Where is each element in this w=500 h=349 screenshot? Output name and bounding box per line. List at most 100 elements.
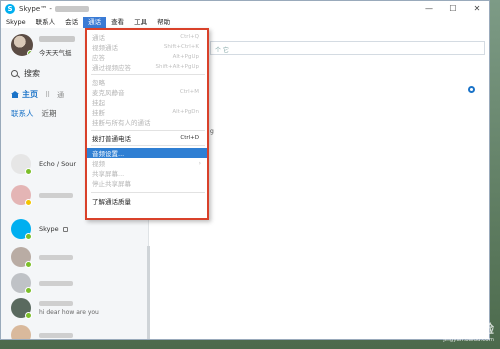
contact-name-redacted [39, 332, 73, 338]
online-status-icon [25, 233, 32, 240]
search-icon [11, 70, 18, 77]
watermark: Bai 经验 jingyan.baidu.com [443, 320, 494, 343]
title-bar: S Skype™ - — ☐ ✕ [1, 1, 489, 17]
maximize-icon[interactable]: ☐ [441, 1, 465, 15]
menu-separator [91, 145, 205, 146]
menu-help[interactable]: 帮助 [152, 17, 175, 28]
menu-item-call-quality[interactable]: 了解通话质量 [87, 196, 207, 206]
menu-item-label: 麦克风静音 [92, 89, 125, 97]
list-item[interactable]: Echo / Sour [11, 154, 76, 175]
contact-name-redacted [39, 300, 73, 306]
menu-item-label: 音频设置... [92, 150, 125, 158]
menu-item-label: 挂起 [92, 99, 105, 107]
tab-recent[interactable]: 近期 [42, 108, 57, 119]
avatar[interactable] [11, 34, 33, 56]
menu-item-label: 停止共享屏幕 [92, 180, 131, 188]
contact-name-redacted [39, 254, 73, 260]
menu-item-mute-mic[interactable]: 麦克风静音 Ctrl+M [87, 87, 207, 97]
close-icon[interactable]: ✕ [465, 1, 489, 15]
menu-item-audio-settings[interactable]: 音频设置... [87, 148, 207, 158]
window-title: Skype™ - [19, 5, 52, 13]
menu-item-shortcut: Alt+PgDn [172, 109, 199, 115]
contact-name: Skype [39, 225, 59, 233]
list-item[interactable] [11, 273, 73, 294]
menu-item-hang-up-all[interactable]: 挂断与所有人的通话 [87, 117, 207, 127]
online-status-icon [25, 261, 32, 268]
menu-call[interactable]: 通话 [83, 17, 107, 28]
list-item[interactable] [11, 185, 73, 206]
online-status-icon [25, 312, 32, 319]
away-status-icon [25, 199, 32, 206]
profile-name-redacted [39, 36, 75, 42]
contact-mood: hi dear how are you [39, 308, 99, 316]
watermark-url: jingyan.baidu.com [443, 337, 494, 343]
list-item[interactable]: Skype [11, 219, 68, 240]
avatar [11, 247, 32, 268]
menu-item-answer[interactable]: 应答 Alt+PgUp [87, 52, 207, 62]
username-redacted [54, 6, 89, 12]
list-item[interactable]: hi dear how are you [11, 298, 99, 319]
menu-contacts[interactable]: 联系人 [31, 17, 61, 28]
avatar [11, 325, 32, 340]
nav-dialpad-icon[interactable]: ⠿ [45, 91, 50, 99]
avatar [11, 219, 32, 240]
menu-item-shortcut: Shift+Ctrl+K [163, 44, 199, 50]
menu-item-ignore[interactable]: 忽略 [87, 77, 207, 87]
tab-contacts[interactable]: 联系人 [11, 108, 34, 119]
menu-item-label: 挂断 [92, 109, 105, 117]
watermark-logo: Bai 经验 [443, 322, 494, 336]
menu-conversation[interactable]: 会话 [60, 17, 83, 28]
avatar [11, 154, 32, 175]
menu-tools[interactable]: 工具 [129, 17, 152, 28]
skype-badge-icon [62, 226, 68, 232]
profile-mood[interactable]: 今天天气挺 [39, 47, 75, 57]
menu-item-label: 了解通话质量 [92, 198, 131, 206]
menu-skype[interactable]: Skype [1, 17, 31, 28]
menu-item-video[interactable]: 视频 › [87, 158, 207, 169]
menu-view[interactable]: 查看 [106, 17, 129, 28]
avatar [11, 298, 32, 319]
menu-item-label: 视频 [92, 160, 105, 168]
list-item[interactable] [11, 325, 73, 340]
online-status-icon [25, 287, 32, 294]
avatar [11, 273, 32, 294]
menu-item-shortcut: Ctrl+M [179, 89, 199, 95]
input-placeholder: 个 它 [215, 47, 229, 54]
menu-bar: Skype 联系人 会话 通话 查看 工具 帮助 [1, 17, 489, 28]
home-icon [11, 91, 19, 98]
online-status-icon [25, 339, 32, 340]
chevron-right-icon: › [198, 159, 201, 167]
menu-item-hang-up[interactable]: 挂断 Alt+PgDn [87, 107, 207, 117]
online-status-icon [27, 50, 33, 56]
online-status-icon [25, 168, 32, 175]
menu-item-hold[interactable]: 挂起 [87, 97, 207, 107]
avatar [11, 185, 32, 206]
menu-item-label: 通话 [92, 34, 105, 42]
menu-item-video-call[interactable]: 视频通话 Shift+Ctrl+K [87, 42, 207, 52]
menu-item-label: 共享屏幕... [92, 170, 125, 178]
gear-icon[interactable] [468, 86, 475, 93]
nav-home[interactable]: 主页 [22, 89, 38, 100]
menu-item-call-phone[interactable]: 拨打普通电话 Ctrl+D [87, 133, 207, 143]
search-bar[interactable]: 搜索 [11, 68, 40, 79]
menu-item-label: 挂断与所有人的通话 [92, 119, 151, 127]
menu-item-label: 通过视频应答 [92, 64, 131, 72]
profile[interactable]: 今天天气挺 [11, 34, 75, 57]
menu-item-shortcut: Ctrl+D [180, 135, 199, 141]
skype-logo-icon: S [5, 4, 15, 14]
menu-item-stop-share[interactable]: 停止共享屏幕 [87, 178, 207, 188]
list-item[interactable] [11, 247, 73, 268]
menu-item-label: 忽略 [92, 79, 105, 87]
menu-item-call[interactable]: 通话 Ctrl+Q [87, 32, 207, 42]
search-label: 搜索 [24, 69, 40, 78]
nav-call[interactable]: 通 [57, 90, 64, 100]
skype-window: S Skype™ - — ☐ ✕ Skype 联系人 会话 通话 查看 工具 帮… [0, 0, 490, 340]
conversation-input[interactable]: 个 它 [210, 41, 485, 55]
call-menu-dropdown: 通话 Ctrl+Q 视频通话 Shift+Ctrl+K 应答 Alt+PgUp … [85, 28, 209, 220]
nav-row: 主页 ⠿ 通 [11, 89, 64, 100]
menu-separator [91, 130, 205, 131]
menu-item-share-screen[interactable]: 共享屏幕... [87, 168, 207, 178]
menu-separator [91, 74, 205, 75]
menu-item-answer-video[interactable]: 通过视频应答 Shift+Alt+PgUp [87, 62, 207, 72]
minimize-icon[interactable]: — [417, 1, 441, 15]
